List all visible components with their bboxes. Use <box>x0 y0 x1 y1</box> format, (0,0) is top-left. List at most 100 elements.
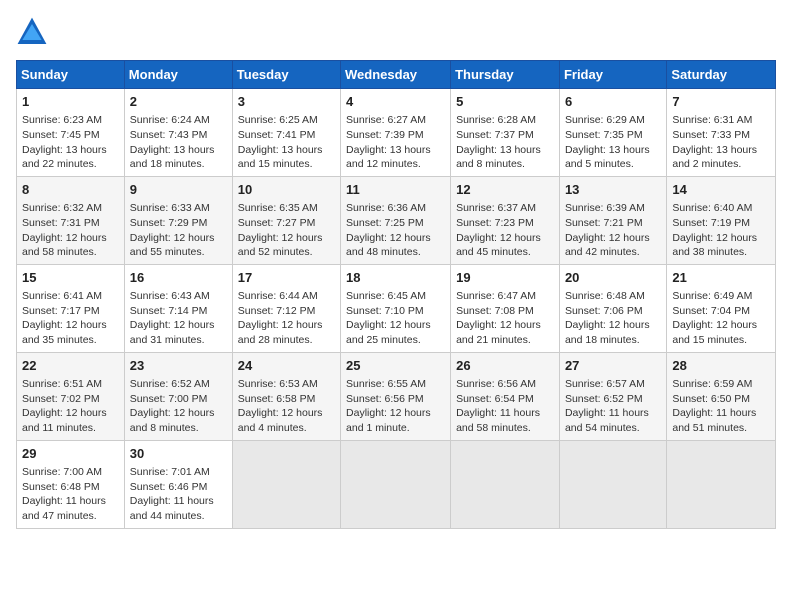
day-number: 20 <box>565 269 661 287</box>
day-info: Sunrise: 7:01 AMSunset: 6:46 PMDaylight:… <box>130 465 227 524</box>
day-cell-4: 4Sunrise: 6:27 AMSunset: 7:39 PMDaylight… <box>341 89 451 177</box>
day-info: Sunrise: 6:43 AMSunset: 7:14 PMDaylight:… <box>130 289 227 348</box>
day-cell-6: 6 Sunrise: 6:29 AMSunset: 7:35 PMDaylight… <box>559 89 666 177</box>
day-cell-23: 23 Sunrise: 6:52 AMSunset: 7:00 PMDayligh… <box>124 352 232 440</box>
day-number: 3 <box>238 93 335 111</box>
day-number: 30 <box>130 445 227 463</box>
day-info: Sunrise: 6:44 AMSunset: 7:12 PMDaylight:… <box>238 289 335 348</box>
day-number: 12 <box>456 181 554 199</box>
day-cell-8: 8 Sunrise: 6:32 AMSunset: 7:31 PMDaylight… <box>17 176 125 264</box>
day-number: 6 <box>565 93 661 111</box>
day-cell-2: 2 Sunrise: 6:24 AMSunset: 7:43 PMDaylight… <box>124 89 232 177</box>
day-number: 19 <box>456 269 554 287</box>
day-number: 25 <box>346 357 445 375</box>
day-cell-28: 28Sunrise: 6:59 AMSunset: 6:50 PMDayligh… <box>667 352 776 440</box>
day-number: 27 <box>565 357 661 375</box>
day-cell-7: 7Sunrise: 6:31 AMSunset: 7:33 PMDaylight… <box>667 89 776 177</box>
day-cell-19: 19Sunrise: 6:47 AMSunset: 7:08 PMDayligh… <box>451 264 560 352</box>
calendar-header: SundayMondayTuesdayWednesdayThursdayFrid… <box>17 61 776 89</box>
day-info: Sunrise: 6:57 AMSunset: 6:52 PMDaylight:… <box>565 377 661 436</box>
day-info: Sunrise: 6:51 AMSunset: 7:02 PMDaylight:… <box>22 377 119 436</box>
day-number: 28 <box>672 357 770 375</box>
day-cell-26: 26 Sunrise: 6:56 AMSunset: 6:54 PMDayligh… <box>451 352 560 440</box>
day-number: 26 <box>456 357 554 375</box>
calendar-week-3: 15 Sunrise: 6:41 AMSunset: 7:17 PMDayligh… <box>17 264 776 352</box>
day-info: Sunrise: 6:23 AMSunset: 7:45 PMDaylight:… <box>22 113 119 172</box>
empty-cell <box>667 440 776 528</box>
day-info: Sunrise: 6:32 AMSunset: 7:31 PMDaylight:… <box>22 201 119 260</box>
day-info: Sunrise: 6:29 AMSunset: 7:35 PMDaylight:… <box>565 113 661 172</box>
day-cell-27: 27 Sunrise: 6:57 AMSunset: 6:52 PMDayligh… <box>559 352 666 440</box>
day-info: Sunrise: 6:40 AMSunset: 7:19 PMDaylight:… <box>672 201 770 260</box>
empty-cell <box>341 440 451 528</box>
day-info: Sunrise: 6:36 AMSunset: 7:25 PMDaylight:… <box>346 201 445 260</box>
day-info: Sunrise: 6:56 AMSunset: 6:54 PMDaylight:… <box>456 377 554 436</box>
header-row: SundayMondayTuesdayWednesdayThursdayFrid… <box>17 61 776 89</box>
header-cell-friday: Friday <box>559 61 666 89</box>
day-info: Sunrise: 6:24 AMSunset: 7:43 PMDaylight:… <box>130 113 227 172</box>
day-cell-14: 14 Sunrise: 6:40 AMSunset: 7:19 PMDayligh… <box>667 176 776 264</box>
day-info: Sunrise: 6:49 AMSunset: 7:04 PMDaylight:… <box>672 289 770 348</box>
header-cell-wednesday: Wednesday <box>341 61 451 89</box>
day-info: Sunrise: 6:55 AMSunset: 6:56 PMDaylight:… <box>346 377 445 436</box>
calendar-week-2: 8 Sunrise: 6:32 AMSunset: 7:31 PMDaylight… <box>17 176 776 264</box>
day-number: 10 <box>238 181 335 199</box>
calendar-week-1: 1 Sunrise: 6:23 AMSunset: 7:45 PMDaylight… <box>17 89 776 177</box>
header-cell-tuesday: Tuesday <box>232 61 340 89</box>
day-info: Sunrise: 7:00 AMSunset: 6:48 PMDaylight:… <box>22 465 119 524</box>
day-cell-3: 3 Sunrise: 6:25 AMSunset: 7:41 PMDaylight… <box>232 89 340 177</box>
day-info: Sunrise: 6:41 AMSunset: 7:17 PMDaylight:… <box>22 289 119 348</box>
day-number: 15 <box>22 269 119 287</box>
day-info: Sunrise: 6:52 AMSunset: 7:00 PMDaylight:… <box>130 377 227 436</box>
day-info: Sunrise: 6:53 AMSunset: 6:58 PMDaylight:… <box>238 377 335 436</box>
empty-cell <box>559 440 666 528</box>
day-cell-29: 29Sunrise: 7:00 AMSunset: 6:48 PMDayligh… <box>17 440 125 528</box>
header-cell-monday: Monday <box>124 61 232 89</box>
day-info: Sunrise: 6:37 AMSunset: 7:23 PMDaylight:… <box>456 201 554 260</box>
day-info: Sunrise: 6:33 AMSunset: 7:29 PMDaylight:… <box>130 201 227 260</box>
empty-cell <box>232 440 340 528</box>
day-number: 18 <box>346 269 445 287</box>
day-cell-20: 20 Sunrise: 6:48 AMSunset: 7:06 PMDayligh… <box>559 264 666 352</box>
day-info: Sunrise: 6:48 AMSunset: 7:06 PMDaylight:… <box>565 289 661 348</box>
day-cell-12: 12 Sunrise: 6:37 AMSunset: 7:23 PMDayligh… <box>451 176 560 264</box>
day-number: 24 <box>238 357 335 375</box>
day-info: Sunrise: 6:39 AMSunset: 7:21 PMDaylight:… <box>565 201 661 260</box>
page-header <box>16 16 776 48</box>
calendar-table: SundayMondayTuesdayWednesdayThursdayFrid… <box>16 60 776 529</box>
day-cell-15: 15 Sunrise: 6:41 AMSunset: 7:17 PMDayligh… <box>17 264 125 352</box>
day-info: Sunrise: 6:25 AMSunset: 7:41 PMDaylight:… <box>238 113 335 172</box>
day-number: 13 <box>565 181 661 199</box>
day-cell-30: 30 Sunrise: 7:01 AMSunset: 6:46 PMDayligh… <box>124 440 232 528</box>
day-number: 22 <box>22 357 119 375</box>
header-cell-saturday: Saturday <box>667 61 776 89</box>
calendar-body: 1 Sunrise: 6:23 AMSunset: 7:45 PMDaylight… <box>17 89 776 529</box>
day-number: 2 <box>130 93 227 111</box>
day-number: 9 <box>130 181 227 199</box>
empty-cell <box>451 440 560 528</box>
calendar-week-4: 22 Sunrise: 6:51 AMSunset: 7:02 PMDayligh… <box>17 352 776 440</box>
header-cell-thursday: Thursday <box>451 61 560 89</box>
day-cell-21: 21 Sunrise: 6:49 AMSunset: 7:04 PMDayligh… <box>667 264 776 352</box>
day-cell-18: 18 Sunrise: 6:45 AMSunset: 7:10 PMDayligh… <box>341 264 451 352</box>
day-info: Sunrise: 6:45 AMSunset: 7:10 PMDaylight:… <box>346 289 445 348</box>
day-info: Sunrise: 6:28 AMSunset: 7:37 PMDaylight:… <box>456 113 554 172</box>
day-cell-16: 16 Sunrise: 6:43 AMSunset: 7:14 PMDayligh… <box>124 264 232 352</box>
day-cell-1: 1 Sunrise: 6:23 AMSunset: 7:45 PMDaylight… <box>17 89 125 177</box>
day-number: 1 <box>22 93 119 111</box>
day-number: 16 <box>130 269 227 287</box>
day-number: 21 <box>672 269 770 287</box>
day-number: 7 <box>672 93 770 111</box>
day-number: 8 <box>22 181 119 199</box>
day-number: 14 <box>672 181 770 199</box>
header-cell-sunday: Sunday <box>17 61 125 89</box>
day-number: 23 <box>130 357 227 375</box>
day-cell-5: 5Sunrise: 6:28 AMSunset: 7:37 PMDaylight… <box>451 89 560 177</box>
day-cell-22: 22 Sunrise: 6:51 AMSunset: 7:02 PMDayligh… <box>17 352 125 440</box>
day-number: 11 <box>346 181 445 199</box>
logo-icon <box>16 16 48 48</box>
day-cell-11: 11 Sunrise: 6:36 AMSunset: 7:25 PMDayligh… <box>341 176 451 264</box>
day-number: 17 <box>238 269 335 287</box>
day-cell-13: 13 Sunrise: 6:39 AMSunset: 7:21 PMDayligh… <box>559 176 666 264</box>
day-number: 4 <box>346 93 445 111</box>
